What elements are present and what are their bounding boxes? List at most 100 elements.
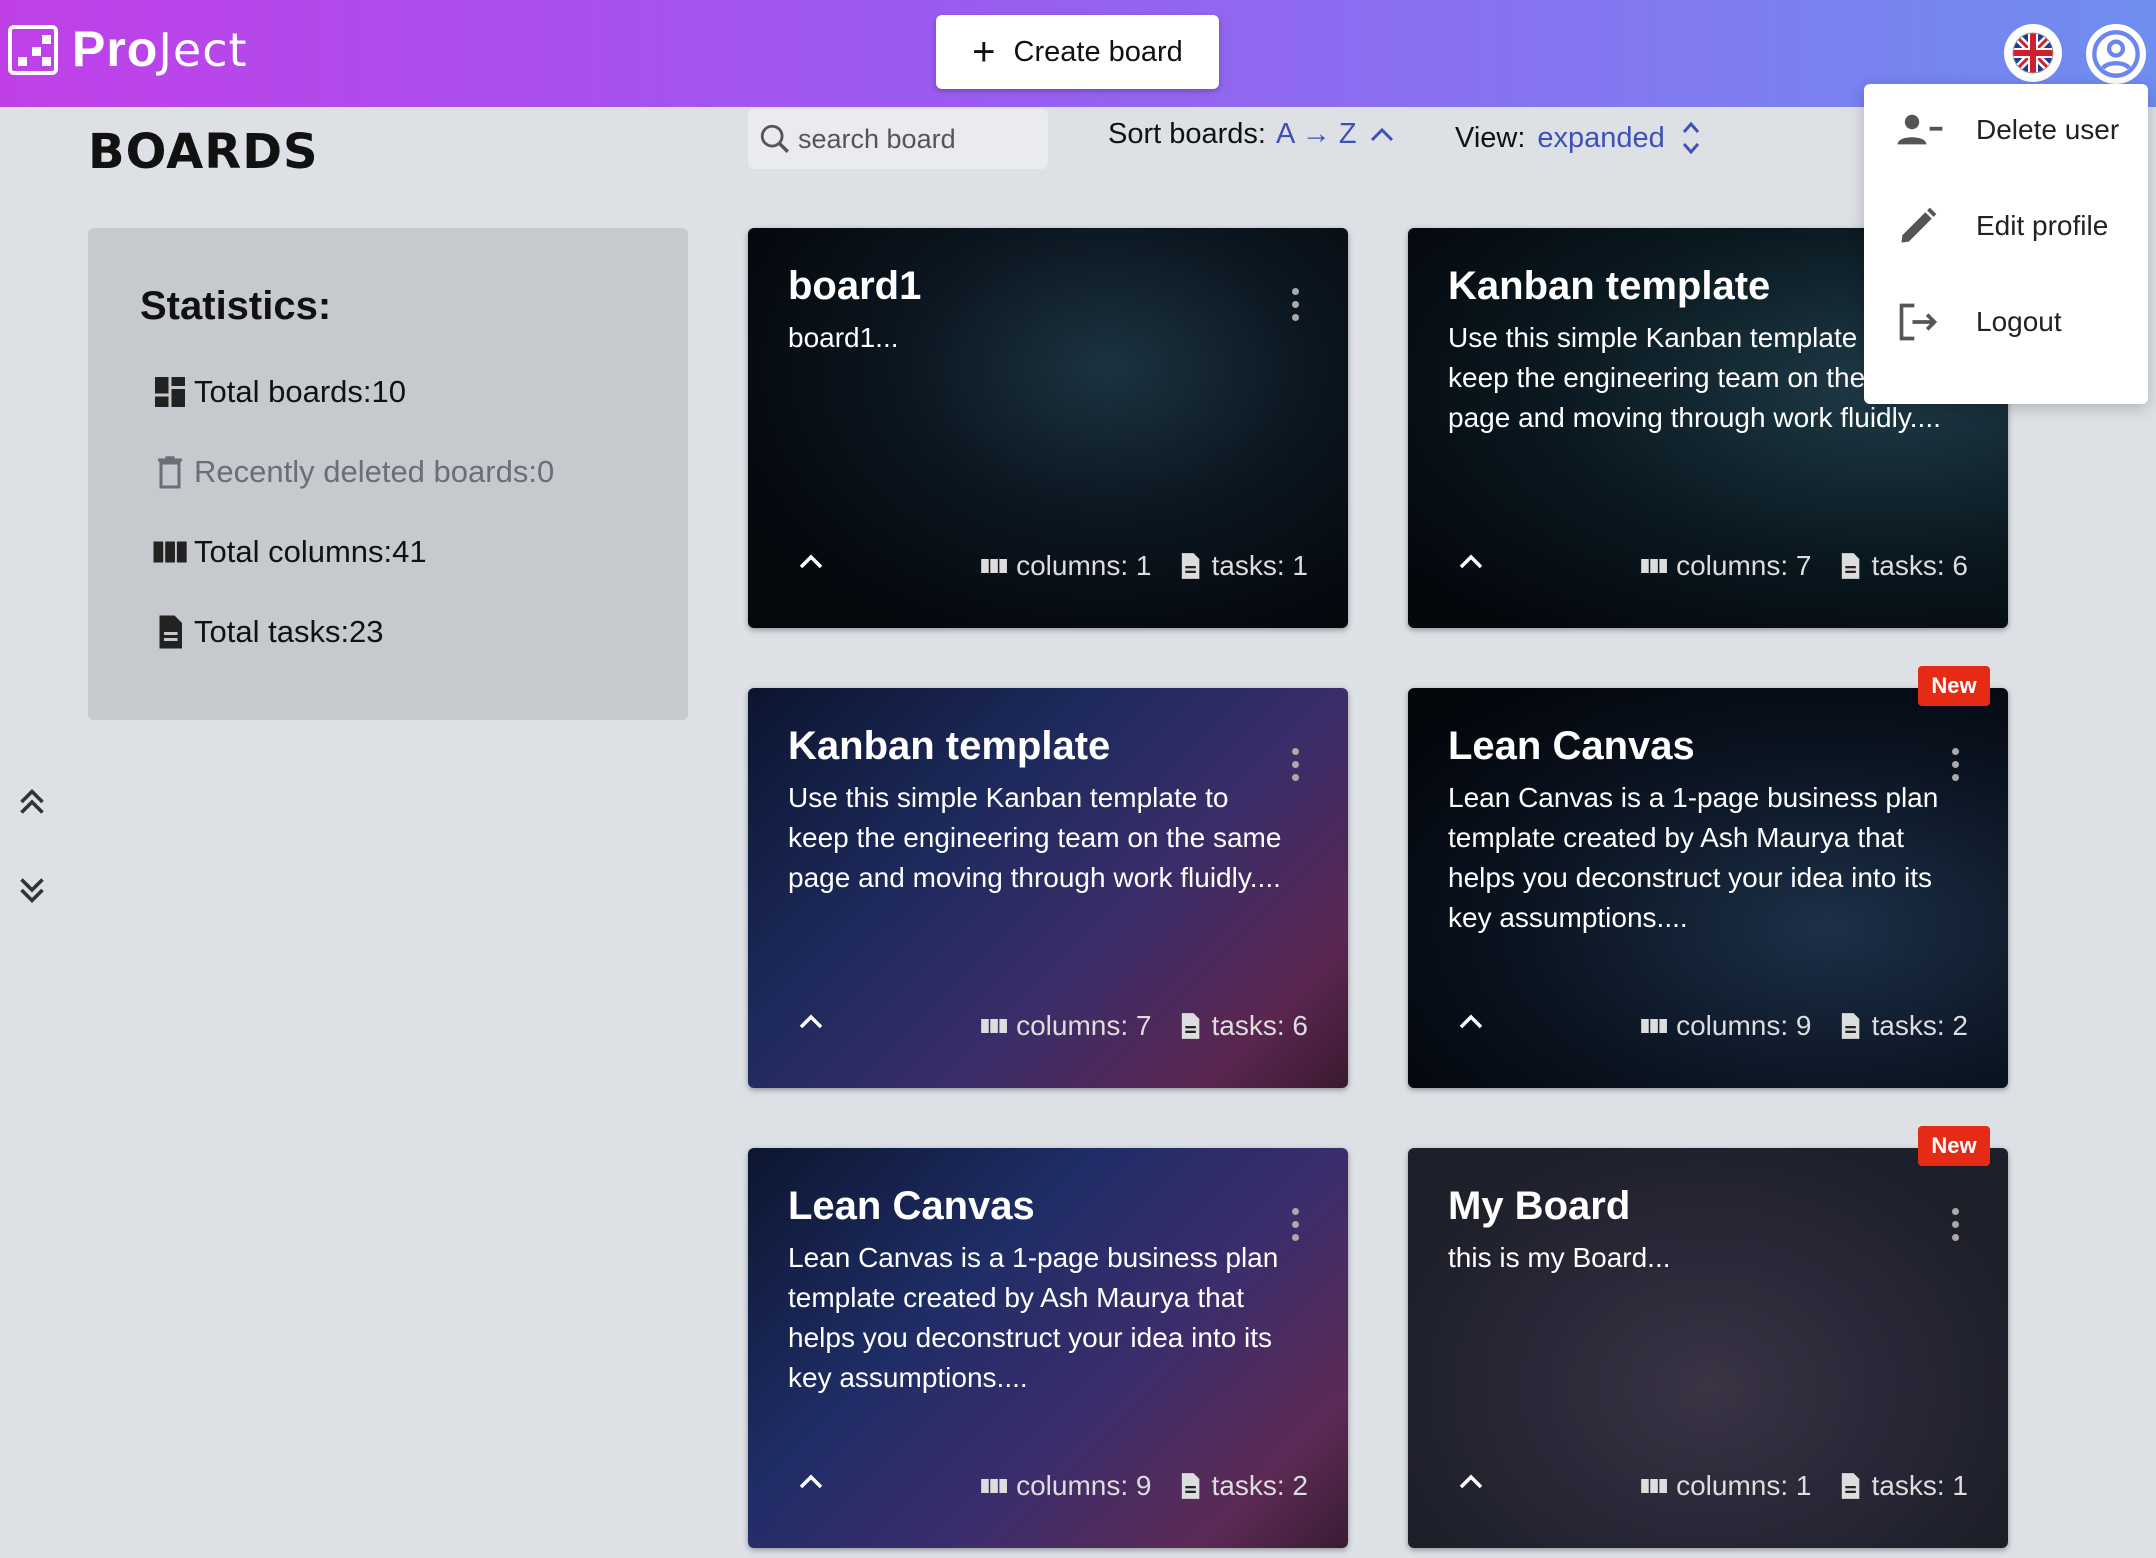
menu-item-logout-label: Logout <box>1976 306 2062 337</box>
board-tasks-count: tasks: 6 <box>1836 550 1968 582</box>
board-tasks-count: tasks: 2 <box>1836 1010 1968 1042</box>
more-vert-icon[interactable] <box>1952 1208 1960 1247</box>
account-circle-icon <box>2092 30 2140 78</box>
menu-item-delete-user-label: Delete user <box>1976 114 2120 145</box>
board-columns-count: columns: 1 <box>1640 1470 1812 1502</box>
columns-count-text: columns: 7 <box>1016 1010 1152 1041</box>
unfold-icon[interactable] <box>1679 118 1703 158</box>
board-meta: columns: 7 tasks: 6 <box>956 1010 1308 1042</box>
stat-recently-deleted-text: Recently deleted boards:0 <box>194 454 555 489</box>
board-tasks-count: tasks: 1 <box>1836 1470 1968 1502</box>
board-meta: columns: 7 tasks: 6 <box>1616 550 1968 582</box>
board-columns-count: columns: 9 <box>980 1470 1152 1502</box>
stat-total-boards-text: Total boards:10 <box>194 374 406 409</box>
tasks-count-text: tasks: 2 <box>1871 1010 1968 1041</box>
board-meta: columns: 9 tasks: 2 <box>1616 1010 1968 1042</box>
dashboard-icon <box>155 377 185 407</box>
board-card[interactable]: Lean Canvas Lean Canvas is a 1-page busin… <box>1408 688 2008 1088</box>
board-columns-count: columns: 7 <box>1640 550 1812 582</box>
chevron-up-icon[interactable] <box>796 1470 826 1494</box>
columns-count-text: columns: 9 <box>1676 1010 1812 1041</box>
board-columns-count: columns: 9 <box>1640 1010 1812 1042</box>
sort-control[interactable]: Sort boards: A → Z <box>1108 118 1395 151</box>
uk-flag-icon <box>2012 32 2054 74</box>
document-icon <box>1841 553 1859 579</box>
create-board-button[interactable]: + Create board <box>936 15 1219 89</box>
sort-value[interactable]: A → Z <box>1276 118 1357 151</box>
board-card[interactable]: Kanban template Use this simple Kanban te… <box>748 688 1348 1088</box>
board-title: board1 <box>788 264 922 308</box>
chevron-up-icon[interactable] <box>1456 1470 1486 1494</box>
view-value[interactable]: expanded <box>1537 122 1664 155</box>
board-card[interactable]: board1 board1... columns: 1 tasks: 1 <box>748 228 1348 628</box>
pencil-icon <box>1901 207 1937 243</box>
chevron-up-icon[interactable] <box>796 1010 826 1034</box>
page-title: BOARDS <box>88 124 319 180</box>
view-label: View: <box>1455 121 1526 154</box>
tasks-count-text: tasks: 1 <box>1871 1470 1968 1501</box>
board-card[interactable]: Lean Canvas Lean Canvas is a 1-page busin… <box>748 1148 1348 1548</box>
tasks-count-text: tasks: 2 <box>1211 1470 1308 1501</box>
stat-total-boards: Total boards:10 <box>152 374 406 410</box>
chevron-up-icon[interactable] <box>1456 550 1486 574</box>
document-icon <box>1841 1473 1859 1499</box>
scroll-to-top-icon[interactable] <box>14 784 50 820</box>
more-vert-icon[interactable] <box>1952 748 1960 787</box>
board-columns-count: columns: 7 <box>980 1010 1152 1042</box>
logout-icon <box>1899 303 1938 341</box>
search-box[interactable] <box>748 109 1048 169</box>
top-app-bar: ProJect + Create board <box>0 0 2156 107</box>
document-icon <box>159 615 182 649</box>
board-meta: columns: 1 tasks: 1 <box>956 550 1308 582</box>
stat-total-columns-text: Total columns:41 <box>194 534 427 569</box>
document-icon <box>1841 1013 1859 1039</box>
board-tasks-count: tasks: 2 <box>1176 1470 1308 1502</box>
tasks-count-text: tasks: 6 <box>1871 550 1968 581</box>
sort-label: Sort boards: <box>1108 118 1266 150</box>
stat-total-columns: Total columns:41 <box>152 534 427 570</box>
menu-item-edit-profile-label: Edit profile <box>1976 210 2109 241</box>
logo-text: ProJect <box>72 21 248 77</box>
menu-item-delete-user[interactable]: Delete user <box>1864 90 2148 170</box>
view-control[interactable]: View: expanded <box>1455 118 1703 158</box>
chevron-up-icon[interactable] <box>1456 1010 1486 1034</box>
board-title: Lean Canvas <box>1448 724 1695 768</box>
more-vert-icon[interactable] <box>1292 748 1300 787</box>
board-title: Kanban template <box>788 724 1111 768</box>
columns-icon <box>981 1479 1008 1493</box>
board-description: Lean Canvas is a 1-page business plan te… <box>788 1242 1279 1393</box>
board-tasks-count: tasks: 1 <box>1176 550 1308 582</box>
stat-total-tasks: Total tasks:23 <box>152 614 384 650</box>
more-vert-icon[interactable] <box>1292 1208 1300 1247</box>
columns-icon <box>981 1019 1008 1033</box>
app-logo[interactable]: ProJect <box>8 22 248 77</box>
columns-count-text: columns: 1 <box>1676 1470 1812 1501</box>
board-meta: columns: 9 tasks: 2 <box>956 1470 1308 1502</box>
board-columns-count: columns: 1 <box>980 550 1152 582</box>
board-tasks-count: tasks: 6 <box>1176 1010 1308 1042</box>
statistics-panel: Statistics: Total boards:10 Recently del… <box>88 228 688 720</box>
menu-item-edit-profile[interactable]: Edit profile <box>1864 186 2148 266</box>
scroll-to-bottom-icon[interactable] <box>14 872 50 908</box>
board-title: Lean Canvas <box>788 1184 1035 1228</box>
chevron-up-icon[interactable] <box>1369 125 1395 145</box>
user-menu: Delete user Edit profile Logout <box>1864 84 2148 404</box>
tasks-count-text: tasks: 1 <box>1211 550 1308 581</box>
person-remove-icon <box>1897 114 1943 145</box>
stat-total-tasks-text: Total tasks:23 <box>194 614 384 649</box>
board-card[interactable]: My Board this is my Board... columns: 1 tas… <box>1408 1148 2008 1548</box>
board-description: Use this simple Kanban template to keep … <box>788 782 1282 893</box>
document-icon <box>1181 1013 1199 1039</box>
logo-icon <box>8 24 58 75</box>
menu-item-logout[interactable]: Logout <box>1864 282 2148 362</box>
more-vert-icon[interactable] <box>1292 288 1300 327</box>
board-meta: columns: 1 tasks: 1 <box>1616 1470 1968 1502</box>
search-input[interactable] <box>798 123 1038 155</box>
language-button[interactable] <box>2004 24 2062 82</box>
document-icon <box>1181 1473 1199 1499</box>
profile-button[interactable] <box>2086 24 2146 84</box>
board-title: My Board <box>1448 1184 1631 1228</box>
document-icon <box>1181 553 1199 579</box>
columns-icon <box>1641 559 1668 573</box>
chevron-up-icon[interactable] <box>796 550 826 574</box>
